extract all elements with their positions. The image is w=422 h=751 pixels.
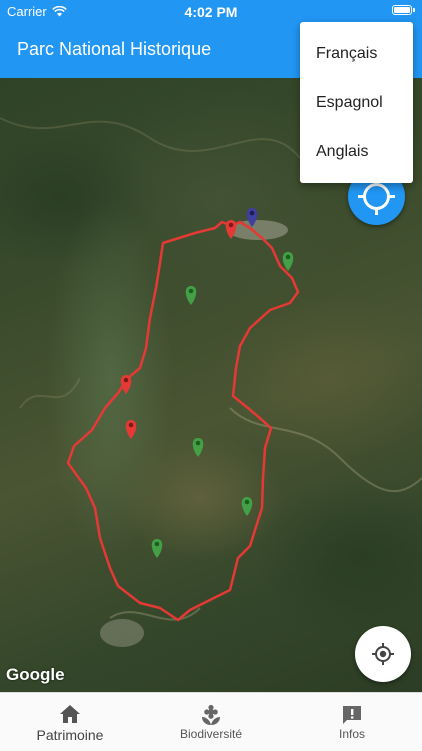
marker-green[interactable] xyxy=(282,252,294,271)
tab-label: Biodiversité xyxy=(179,727,243,741)
google-attribution: Google xyxy=(6,665,65,684)
town-patch xyxy=(100,619,144,647)
menu-item-espagnol[interactable]: Espagnol xyxy=(316,94,383,112)
marker-green[interactable] xyxy=(241,497,253,516)
home-icon xyxy=(60,705,80,723)
marker-green[interactable] xyxy=(192,438,204,457)
menu-item-francais[interactable]: Français xyxy=(316,45,377,63)
tab-label: Patrimoine xyxy=(36,727,104,743)
marker-red[interactable] xyxy=(125,420,137,439)
language-menu: Français Espagnol Anglais xyxy=(300,22,413,183)
battery-icon xyxy=(392,5,415,15)
tab-label: Infos xyxy=(338,727,365,741)
tab-patrimoine[interactable]: Patrimoine xyxy=(0,693,140,751)
tab-infos[interactable]: Infos xyxy=(282,693,422,751)
bottom-navigation: Patrimoine Biodiversité Infos xyxy=(0,692,422,751)
marker-green[interactable] xyxy=(151,539,163,558)
status-bar: Carrier 4:02 PM xyxy=(0,0,422,22)
park-boundary xyxy=(66,220,300,622)
marker-green[interactable] xyxy=(185,286,197,305)
tab-biodiversite[interactable]: Biodiversité xyxy=(141,693,281,751)
menu-item-anglais[interactable]: Anglais xyxy=(316,143,368,161)
my-location-button[interactable] xyxy=(355,626,411,682)
marker-red[interactable] xyxy=(120,375,132,394)
info-alert-icon xyxy=(343,706,361,724)
flower-icon xyxy=(202,704,220,725)
page-title: Parc National Historique xyxy=(17,39,212,59)
my-location-icon xyxy=(372,643,394,665)
status-time: 4:02 PM xyxy=(184,4,238,20)
